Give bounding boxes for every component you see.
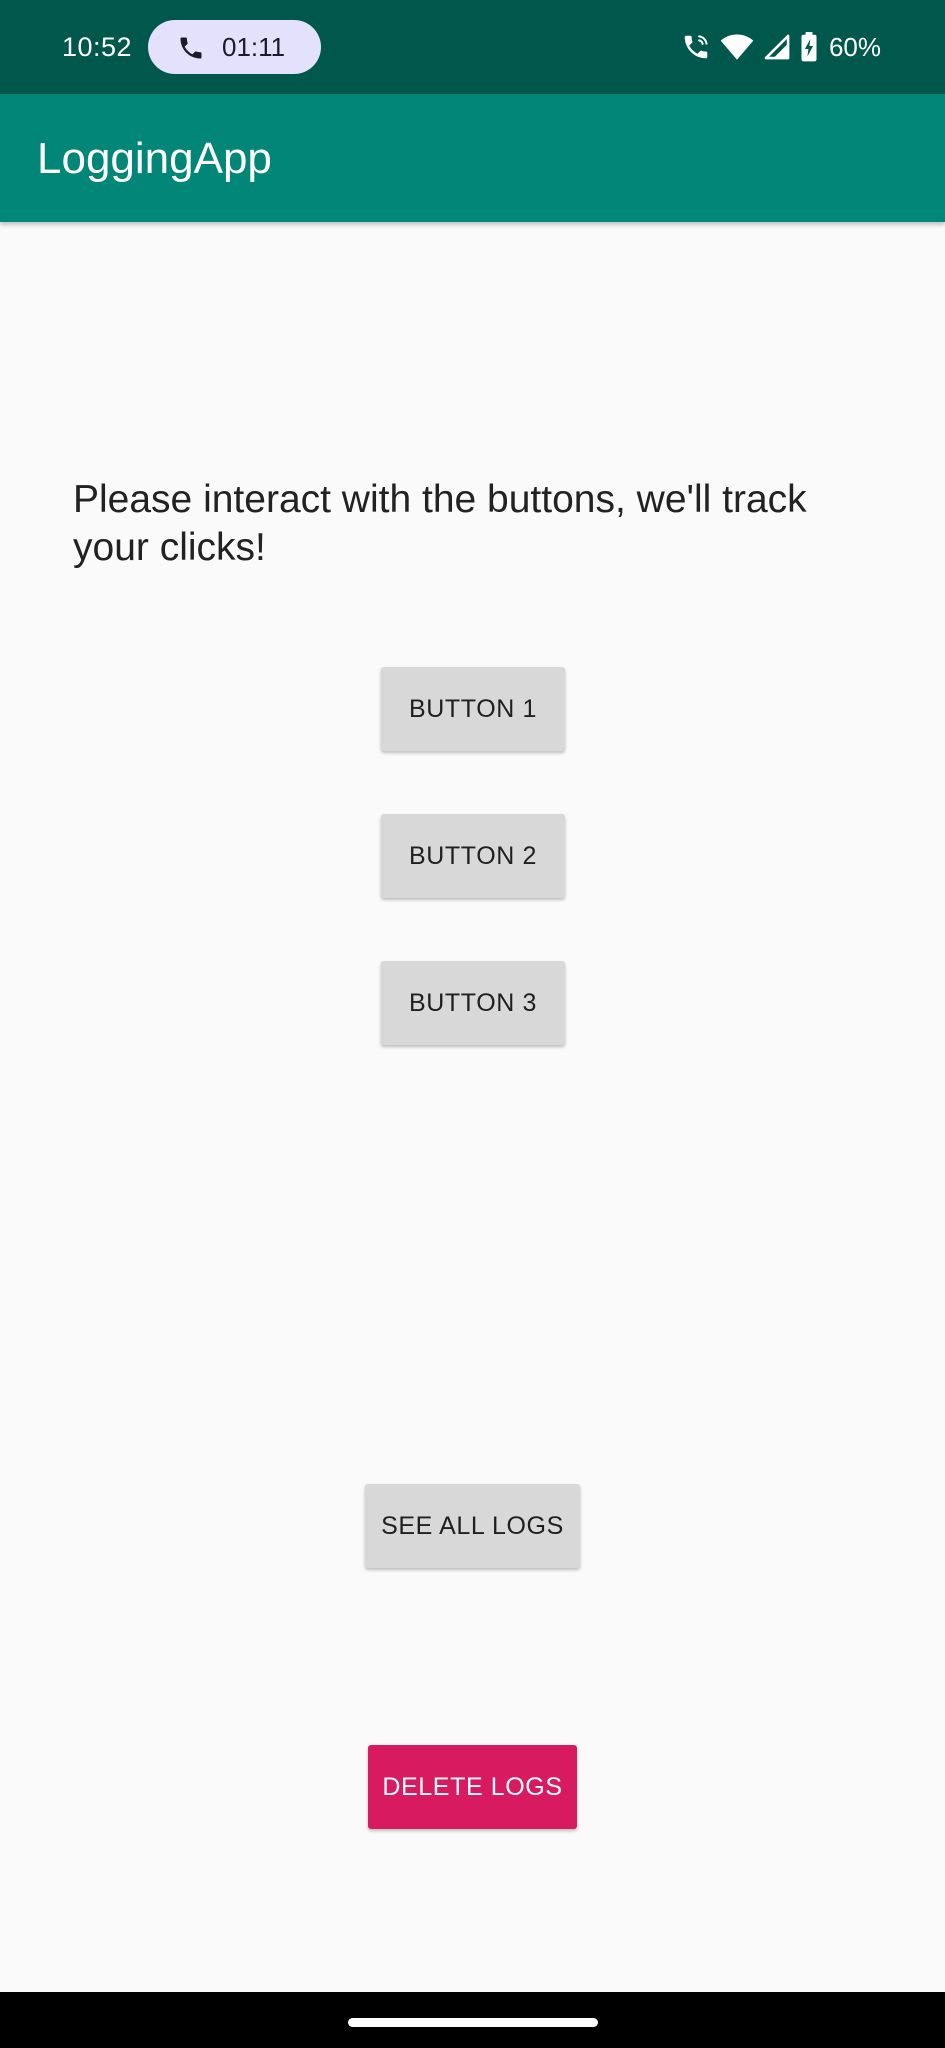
app-title: LoggingApp bbox=[37, 134, 272, 183]
home-gesture-handle[interactable] bbox=[348, 2018, 598, 2027]
wifi-call-icon bbox=[684, 35, 708, 59]
app-bar: LoggingApp bbox=[0, 94, 945, 222]
see-all-logs-button[interactable]: SEE ALL LOGS bbox=[365, 1484, 580, 1568]
wifi-icon bbox=[720, 34, 754, 60]
status-time: 10:52 bbox=[62, 32, 133, 62]
status-icons: 60% bbox=[681, 27, 881, 67]
signal-icon bbox=[764, 34, 790, 60]
button-2[interactable]: BUTTON 2 bbox=[381, 814, 565, 898]
battery-charging-icon bbox=[801, 32, 817, 62]
button-1[interactable]: BUTTON 1 bbox=[381, 667, 565, 751]
navigation-bar bbox=[0, 1992, 945, 2048]
delete-logs-button[interactable]: DELETE LOGS bbox=[368, 1745, 577, 1829]
status-bar: 10:52 01:11 60% bbox=[0, 0, 945, 94]
phone-icon bbox=[180, 37, 202, 59]
button-3[interactable]: BUTTON 3 bbox=[381, 961, 565, 1045]
ongoing-call-chip[interactable]: 01:11 bbox=[148, 20, 321, 74]
call-duration: 01:11 bbox=[222, 32, 286, 62]
battery-percentage: 60% bbox=[828, 32, 881, 62]
instructions-text: Please interact with the buttons, we'll … bbox=[73, 478, 807, 569]
